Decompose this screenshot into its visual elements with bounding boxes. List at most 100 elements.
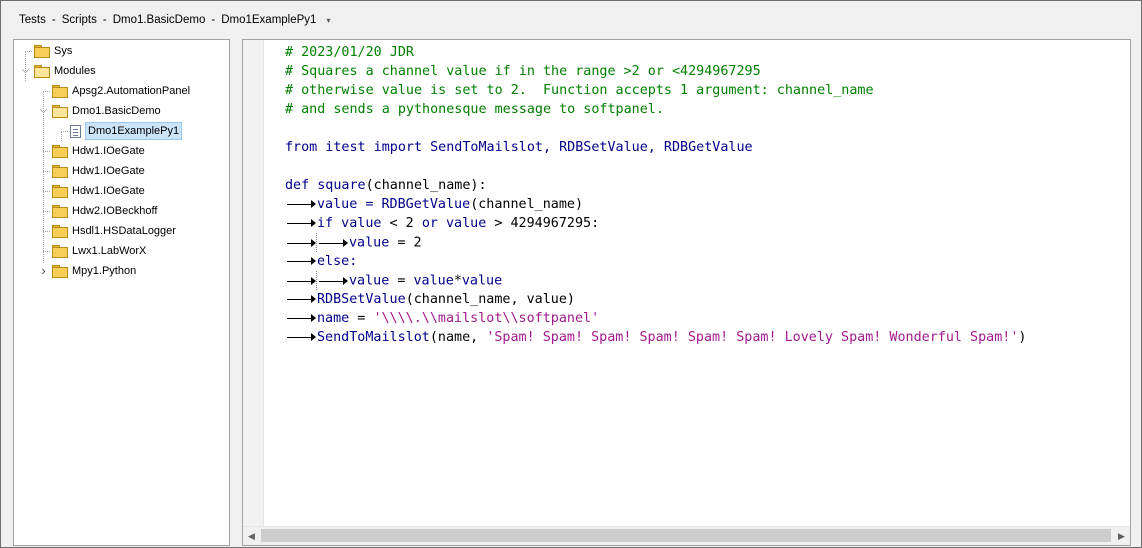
code-line[interactable]: else: — [285, 252, 1026, 271]
tree-item[interactable]: Lwx1.LabWorX — [52, 242, 148, 260]
chevron-down-icon[interactable]: ▾ — [326, 16, 330, 25]
tree-connector — [43, 91, 50, 92]
code-comment: # otherwise value is set to 2. Function … — [285, 83, 874, 98]
tab-arrow-icon — [285, 217, 317, 229]
tree-connector — [43, 151, 50, 152]
code-text: (channel_name, value) — [405, 292, 575, 307]
tree-item[interactable]: Hdw1.IOeGate — [52, 162, 147, 180]
code-comment: # and sends a pythonesque message to sof… — [285, 102, 664, 117]
tree-item-label: Sys — [54, 45, 73, 57]
code-line[interactable]: value = 2 — [285, 233, 1026, 252]
folder-open-icon — [34, 65, 50, 78]
tree-item-label: Hdw1.IOeGate — [72, 165, 145, 177]
tab-arrow-icon — [285, 237, 317, 249]
breadcrumb-separator: - — [51, 14, 56, 26]
code-keyword: value — [461, 273, 503, 289]
code-line[interactable]: def square(channel_name): — [285, 176, 1026, 195]
collapsed-chevron-icon[interactable]: › — [39, 264, 48, 277]
tree-item-label: Lwx1.LabWorX — [72, 245, 147, 257]
code-area[interactable]: # 2023/01/20 JDR # Squares a channel valu… — [285, 43, 1026, 347]
code-text: < 2 — [381, 216, 422, 231]
tree-connector — [43, 211, 50, 212]
code-line[interactable]: name = '\\\\.\\mailslot\\softpanel' — [285, 309, 1026, 328]
code-line[interactable]: if value < 2 or value > 4294967295: — [285, 214, 1026, 233]
tree-item[interactable]: Sys — [34, 42, 74, 60]
code-string: '\\\\.\\mailslot\\softpanel' — [373, 311, 600, 326]
breadcrumb-module[interactable]: Dmo1.BasicDemo — [113, 14, 206, 26]
tab-arrow-icon — [317, 237, 349, 249]
tree-item-label: Hdw1.IOeGate — [72, 185, 145, 197]
code-line[interactable] — [285, 119, 1026, 138]
folder-icon — [52, 205, 68, 218]
code-line[interactable]: value = value*value — [285, 271, 1026, 290]
scroll-right-arrow-icon[interactable]: ▶ — [1113, 527, 1130, 545]
tab-arrow-icon — [285, 293, 317, 305]
code-text: * — [453, 273, 462, 289]
folder-icon — [52, 265, 68, 278]
tree-item[interactable]: Hdw1.IOeGate — [52, 182, 147, 200]
code-text: = 2 — [389, 235, 422, 251]
code-line[interactable]: # 2023/01/20 JDR — [285, 43, 1026, 62]
tree-item[interactable]: Apsg2.AutomationPanel — [52, 82, 192, 100]
code-line[interactable]: # Squares a channel value if in the rang… — [285, 62, 1026, 81]
folder-icon — [52, 85, 68, 98]
script-file-icon — [70, 124, 81, 138]
code-line[interactable]: RDBSetValue(channel_name, value) — [285, 290, 1026, 309]
breadcrumb-tests[interactable]: Tests — [19, 14, 46, 26]
folder-icon — [52, 225, 68, 238]
tree-item[interactable]: Hdw2.IOBeckhoff — [52, 202, 159, 220]
horizontal-scrollbar[interactable]: ◀ ▶ — [243, 526, 1130, 545]
breadcrumb-script[interactable]: Dmo1ExamplePy1 — [221, 14, 316, 26]
code-line[interactable]: # otherwise value is set to 2. Function … — [285, 81, 1026, 100]
tree-item[interactable]: Dmo1.BasicDemo — [52, 102, 163, 120]
code-line[interactable] — [285, 157, 1026, 176]
code-text: = — [389, 273, 414, 289]
folder-icon — [52, 165, 68, 178]
tree-item[interactable]: Mpy1.Python — [52, 262, 138, 280]
tab-arrow-icon — [285, 312, 317, 324]
scroll-left-arrow-icon[interactable]: ◀ — [243, 527, 260, 545]
code-editor[interactable]: # 2023/01/20 JDR # Squares a channel valu… — [242, 39, 1131, 546]
tree-connector — [61, 131, 62, 141]
scrollbar-thumb[interactable] — [261, 529, 1111, 542]
folder-icon — [52, 145, 68, 158]
code-line[interactable]: value = RDBGetValue(channel_name) — [285, 195, 1026, 214]
module-tree[interactable]: Sys Modules ⌵ Apsg2.AutomationPanel Dmo1.Bas… — [13, 39, 230, 546]
tree-connector — [43, 231, 50, 232]
code-keyword: else: — [317, 254, 358, 269]
code-text: (channel_name): — [365, 178, 487, 193]
tree-item-label: Hdw2.IOBeckhoff — [72, 205, 158, 217]
folder-icon — [52, 185, 68, 198]
tree-item-label: Hsdl1.HSDataLogger — [72, 225, 176, 237]
code-keyword: or value — [421, 216, 487, 231]
tree-item[interactable]: Dmo1ExamplePy1 — [70, 122, 183, 140]
code-keyword: name — [317, 311, 350, 326]
tree-item[interactable]: Hdw1.IOeGate — [52, 142, 147, 160]
code-line[interactable]: from itest import SendToMailslot, RDBSet… — [285, 138, 1026, 157]
tree-connector — [43, 171, 50, 172]
code-string: 'Spam! Spam! Spam! Spam! Spam! Spam! Lov… — [486, 330, 1019, 345]
breadcrumb: Tests - Scripts - Dmo1.BasicDemo - Dmo1E… — [19, 11, 330, 29]
tab-arrow-icon — [285, 198, 317, 210]
code-comment: # Squares a channel value if in the rang… — [285, 64, 761, 79]
tab-arrow-icon — [285, 331, 317, 343]
folder-icon — [34, 45, 50, 58]
code-keyword: SendToMailslot — [317, 330, 430, 345]
code-keyword: RDBSetValue — [317, 292, 406, 307]
tree-item[interactable]: Hsdl1.HSDataLogger — [52, 222, 178, 240]
code-keyword: value — [349, 273, 390, 289]
breadcrumb-separator: - — [211, 14, 216, 26]
code-text: (channel_name) — [470, 197, 584, 212]
code-line[interactable]: # and sends a pythonesque message to sof… — [285, 100, 1026, 119]
window-frame: Tests - Scripts - Dmo1.BasicDemo - Dmo1E… — [0, 0, 1142, 548]
tree-item-label: Mpy1.Python — [72, 265, 137, 277]
folder-open-icon — [52, 105, 68, 118]
code-comment: # 2023/01/20 JDR — [285, 45, 414, 60]
tree-item[interactable]: Modules — [34, 62, 98, 80]
code-line[interactable]: SendToMailslot(name, 'Spam! Spam! Spam! … — [285, 328, 1026, 347]
folder-icon — [52, 245, 68, 258]
code-text: > 4294967295: — [486, 216, 600, 231]
tree-item-label: Dmo1.BasicDemo — [72, 105, 161, 117]
breadcrumb-scripts[interactable]: Scripts — [62, 14, 97, 26]
code-text: ) — [1018, 330, 1027, 345]
